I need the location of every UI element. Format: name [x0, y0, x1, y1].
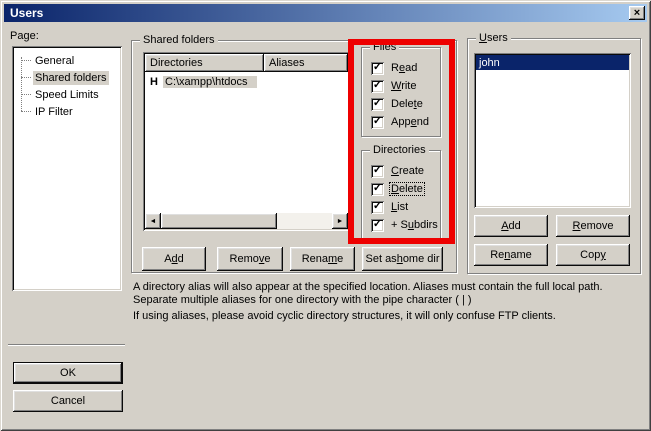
rename-folder-button[interactable]: Rename	[290, 247, 355, 271]
scrollbar-thumb[interactable]	[161, 213, 277, 229]
checkbox-box: ✓	[371, 62, 384, 75]
close-button[interactable]: ×	[629, 6, 645, 20]
arrow-left-icon: ◄	[150, 218, 157, 225]
add-user-button[interactable]: Add	[474, 215, 548, 237]
scrollbar-track[interactable]	[277, 213, 332, 229]
set-home-dir-button[interactable]: Set as home dir	[362, 247, 443, 271]
copy-user-button[interactable]: Copy	[556, 244, 630, 266]
page-tree: General Shared folders Speed Limits IP F…	[12, 46, 122, 291]
checkbox-box: ✓	[371, 80, 384, 93]
tree-connector	[21, 77, 31, 78]
separator-line	[8, 344, 125, 346]
check-icon: ✓	[373, 79, 382, 92]
remove-folder-button[interactable]: Remove	[217, 247, 283, 271]
rename-user-button[interactable]: Rename	[474, 244, 548, 266]
checkbox-delete-dir[interactable]: ✓ Delete	[371, 182, 424, 196]
ok-button[interactable]: OK	[13, 362, 123, 384]
checkbox-delete-file[interactable]: ✓ Delete	[371, 97, 424, 111]
page-label: Page:	[10, 30, 39, 42]
sidebar-item-ip-filter[interactable]: IP Filter	[14, 103, 120, 120]
files-group-label: Files	[370, 41, 399, 53]
tree-connector	[21, 111, 31, 112]
home-flag: H	[150, 76, 163, 88]
users-group-label: Users	[476, 32, 511, 44]
close-icon: ×	[634, 8, 640, 19]
check-icon: ✓	[373, 164, 382, 177]
checkbox-subdirs[interactable]: ✓ + Subdirs	[371, 218, 439, 232]
tree-connector	[21, 60, 31, 61]
checkbox-read[interactable]: ✓ Read	[371, 61, 418, 75]
directories-group-label: Directories	[370, 144, 429, 156]
alias-note: A directory alias will also appear at th…	[133, 281, 636, 307]
checkbox-box: ✓	[371, 219, 384, 232]
column-header-directories[interactable]: Directories	[145, 54, 264, 72]
sidebar-item-general[interactable]: General	[14, 52, 120, 69]
list-header: Directories Aliases	[145, 54, 348, 72]
check-icon: ✓	[373, 97, 382, 110]
check-icon: ✓	[373, 115, 382, 128]
arrow-right-icon: ►	[337, 218, 344, 225]
tree-connector	[21, 94, 31, 95]
directory-cell: C:\xampp\htdocs	[163, 76, 257, 88]
users-dialog: Users × Page: General Shared folders Spe…	[0, 0, 651, 431]
checkbox-box: ✓	[371, 165, 384, 178]
title-bar: Users ×	[4, 4, 647, 22]
remove-user-button[interactable]: Remove	[556, 215, 630, 237]
checkbox-list[interactable]: ✓ List	[371, 200, 409, 214]
shared-folders-list: Directories Aliases H C:\xampp\htdocs ◄ …	[143, 52, 350, 231]
shared-folders-group-label: Shared folders	[140, 34, 218, 46]
cancel-button[interactable]: Cancel	[13, 390, 123, 412]
check-icon: ✓	[373, 218, 382, 231]
checkbox-box: ✓	[371, 116, 384, 129]
table-row[interactable]: H C:\xampp\htdocs	[145, 74, 348, 89]
checkbox-create[interactable]: ✓ Create	[371, 164, 425, 178]
scroll-left-button[interactable]: ◄	[145, 213, 161, 229]
horizontal-scrollbar[interactable]: ◄ ►	[145, 213, 348, 229]
cyclic-note: If using aliases, please avoid cyclic di…	[133, 310, 636, 323]
check-icon: ✓	[373, 200, 382, 213]
scroll-right-button[interactable]: ►	[332, 213, 348, 229]
checkbox-write[interactable]: ✓ Write	[371, 79, 417, 93]
check-icon: ✓	[373, 61, 382, 74]
list-item-user[interactable]: john	[476, 55, 629, 70]
check-icon: ✓	[373, 182, 382, 195]
sidebar-item-shared-folders[interactable]: Shared folders	[14, 69, 120, 86]
sidebar-item-speed-limits[interactable]: Speed Limits	[14, 86, 120, 103]
column-header-aliases[interactable]: Aliases	[264, 54, 348, 72]
directories-permissions-group: Directories ✓ Create ✓ Delete ✓ List ✓ +…	[361, 150, 441, 240]
files-permissions-group: Files ✓ Read ✓ Write ✓ Delete ✓ Append	[361, 47, 441, 137]
checkbox-box: ✓	[371, 98, 384, 111]
checkbox-append[interactable]: ✓ Append	[371, 115, 430, 129]
window-title: Users	[10, 6, 43, 20]
users-list: john	[474, 53, 631, 208]
checkbox-box: ✓	[371, 183, 384, 196]
add-folder-button[interactable]: Add	[142, 247, 206, 271]
checkbox-box: ✓	[371, 201, 384, 214]
